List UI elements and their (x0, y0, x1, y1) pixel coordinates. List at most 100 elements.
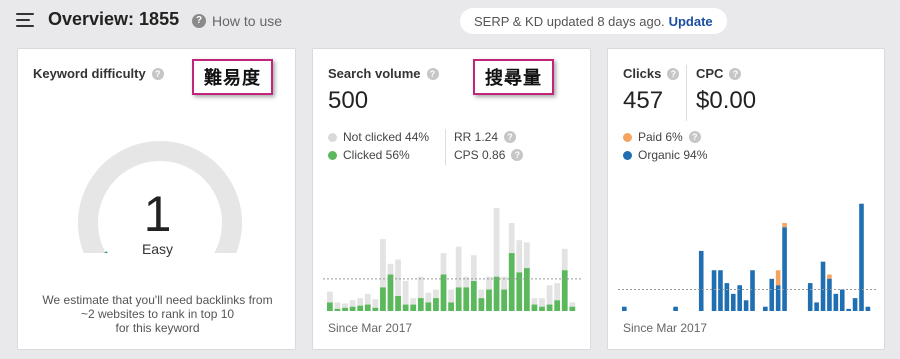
rr-help-icon[interactable]: ? (504, 131, 517, 143)
search-volume-chart (323, 208, 581, 311)
difficulty-level: Easy (141, 241, 174, 257)
clicks-legend: Paid 6% ? Organic 94% (623, 128, 707, 164)
legend-item-clicked: Clicked 56% (328, 146, 429, 164)
bar-segment-clicked (410, 304, 417, 311)
bar-segment-not-clicked (539, 298, 545, 307)
bar-segment-not-clicked (440, 253, 447, 275)
paid-dot-icon (623, 132, 632, 142)
bar-segment-organic (859, 203, 864, 311)
bar-segment-clicked (380, 287, 386, 311)
bar-segment-not-clicked (380, 239, 386, 288)
how-to-use-link[interactable]: ? How to use (192, 13, 282, 29)
bar-segment-organic (698, 250, 704, 311)
cpc-heading: CPC ? (696, 66, 742, 81)
not-clicked-dot-icon (328, 132, 337, 142)
update-status: SERP & KD updated 8 days ago. Update (460, 8, 727, 34)
search-volume-heading: Search volume ? (328, 66, 439, 81)
clicks-heading: Clicks ? (623, 66, 680, 81)
bar-segment-not-clicked (448, 289, 454, 303)
cps-value: CPS 0.86 (454, 148, 506, 162)
clicks-help-icon[interactable]: ? (667, 67, 680, 80)
search-volume-label: Search volume (328, 66, 421, 81)
legend-item-organic: Organic 94% (623, 146, 707, 164)
bar-segment-not-clicked (554, 283, 561, 301)
bar-segment-not-clicked (364, 293, 371, 305)
clicked-dot-icon (328, 150, 337, 160)
bar-segment-clicked (425, 302, 432, 311)
bar-segment-not-clicked (372, 299, 379, 308)
bar-segment-clicked (455, 287, 462, 311)
bar-segment-organic (730, 293, 736, 311)
bar-segment-clicked (349, 306, 356, 311)
bar-segment-clicked (546, 304, 553, 311)
bar-segment-organic (622, 306, 627, 311)
bar-segment-organic (711, 270, 717, 311)
bar-segment-not-clicked (516, 240, 523, 273)
bar-segment-not-clicked (569, 302, 576, 307)
divider (686, 65, 687, 121)
bar-segment-clicked (470, 280, 477, 311)
page-header: Overview: 1855 ? How to use SERP & KD up… (0, 0, 900, 42)
bar-segment-clicked (486, 289, 492, 311)
bar-segment-not-clicked (425, 292, 432, 303)
clicks-value: 457 (623, 87, 664, 114)
bar-segment-clicked (569, 306, 576, 311)
paid-help-icon[interactable]: ? (688, 131, 701, 143)
bar-segment-organic (814, 302, 819, 311)
bar-segment-not-clicked (478, 289, 485, 299)
bar-segment-clicked (448, 302, 454, 311)
organic-dot-icon (623, 150, 632, 160)
bar-segment-not-clicked (523, 242, 530, 269)
bar-segment-organic (827, 278, 832, 311)
keyword-difficulty-heading: Keyword difficulty ? (33, 66, 164, 81)
update-link[interactable]: Update (669, 14, 713, 29)
hamburger-menu-icon[interactable] (16, 13, 34, 27)
bar-segment-organic (833, 293, 839, 311)
bar-segment-clicked (402, 304, 409, 311)
legend-label: Clicked 56% (343, 148, 410, 162)
bar-segment-paid (827, 274, 832, 279)
bar-segment-clicked (539, 306, 545, 311)
backlinks-estimate-line: for this keyword (115, 321, 200, 335)
bar-segment-clicked (508, 253, 515, 311)
bar-segment-not-clicked (493, 208, 500, 277)
bar-segment-not-clicked (417, 276, 424, 299)
bar-segment-clicked (357, 305, 364, 311)
bar-segment-not-clicked (455, 246, 462, 288)
bar-segment-organic (750, 270, 755, 311)
bar-segment-not-clicked (334, 302, 341, 309)
bar-segment-clicked (327, 302, 333, 311)
since-date: Since Mar 2017 (623, 321, 708, 335)
search-volume-help-icon[interactable]: ? (426, 67, 439, 80)
bar-segment-clicked (531, 304, 538, 311)
how-to-use-label: How to use (212, 13, 283, 29)
search-volume-card: Search volume ? 搜尋量 500 Not clicked 44% … (312, 48, 591, 350)
cpc-help-icon[interactable]: ? (729, 67, 742, 80)
since-date: Since Mar 2017 (328, 321, 413, 335)
bar-segment-not-clicked (470, 255, 477, 281)
help-icon: ? (192, 14, 206, 28)
bar-segment-clicked (417, 298, 424, 311)
bar-segment-clicked (523, 268, 530, 311)
cpc-value: $0.00 (696, 87, 757, 114)
bar-segment-organic (807, 283, 813, 311)
bar-segment-organic (763, 306, 768, 311)
bar-segment-not-clicked (357, 298, 364, 306)
update-status-text: SERP & KD updated 8 days ago. (474, 13, 665, 29)
cps-help-icon[interactable]: ? (511, 149, 524, 161)
bar-segment-clicked (478, 298, 485, 311)
rr-cps-metrics: RR 1.24 ? CPS 0.86 ? (454, 128, 524, 164)
keyword-difficulty-help-icon[interactable]: ? (151, 67, 164, 80)
bar-segment-not-clicked (410, 298, 417, 305)
bar-segment-not-clicked (531, 298, 538, 305)
bar-segment-organic (743, 300, 749, 311)
search-volume-value: 500 (328, 87, 369, 114)
keyword-difficulty-card: Keyword difficulty ? 難易度 1 Easy We estim… (17, 48, 296, 350)
bar-segment-not-clicked (327, 291, 333, 303)
cpc-label: CPC (696, 66, 724, 81)
keyword-difficulty-label: Keyword difficulty (33, 66, 146, 81)
bar-segment-not-clicked (463, 276, 470, 288)
bar-segment-paid (782, 223, 787, 228)
clicks-chart (618, 203, 876, 311)
bar-segment-clicked (387, 274, 394, 311)
